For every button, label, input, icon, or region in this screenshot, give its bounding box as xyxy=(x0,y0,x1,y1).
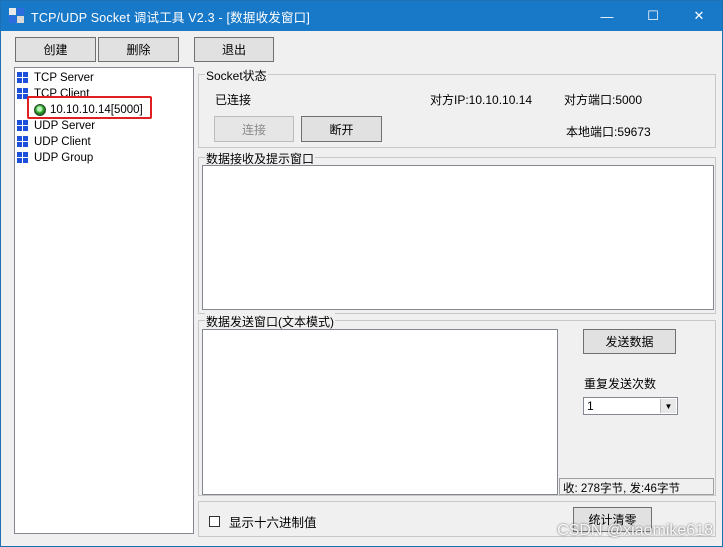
remote-ip: 对方IP:10.10.10.14 xyxy=(430,93,533,107)
title-bar[interactable]: TCP/UDP Socket 调试工具 V2.3 - [数据收发窗口] — ☐ … xyxy=(1,1,722,31)
grid-icon xyxy=(17,120,29,132)
window-title: TCP/UDP Socket 调试工具 V2.3 - [数据收发窗口] xyxy=(31,10,311,25)
repeat-count-value: 1 xyxy=(587,399,594,413)
socket-status-label: Socket状态 xyxy=(205,67,268,84)
remote-port: 对方端口:5000 xyxy=(564,93,643,107)
hex-checkbox[interactable] xyxy=(209,516,220,527)
create-button[interactable]: 创建 xyxy=(15,37,96,62)
repeat-count-select[interactable]: 1 ▼ xyxy=(583,397,678,415)
send-data-button[interactable]: 发送数据 xyxy=(583,329,676,354)
tree-label: TCP Server xyxy=(34,72,94,84)
app-window: TCP/UDP Socket 调试工具 V2.3 - [数据收发窗口] — ☐ … xyxy=(0,0,723,547)
delete-button[interactable]: 删除 xyxy=(98,37,179,62)
disconnect-button[interactable]: 断开 xyxy=(301,116,382,142)
app-icon xyxy=(9,8,25,24)
tree-label: UDP Server xyxy=(34,120,96,132)
connect-button[interactable]: 连接 xyxy=(214,116,294,142)
hex-display-toggle[interactable]: 显示十六进制值 xyxy=(209,512,317,531)
selection-highlight-box xyxy=(27,96,152,119)
chevron-down-icon[interactable]: ▼ xyxy=(660,399,676,413)
connection-tree[interactable]: TCP Server TCP Client 10.10.10.14[5000] … xyxy=(14,67,194,534)
hex-checkbox-label: 显示十六进制值 xyxy=(229,516,317,530)
maximize-button[interactable]: ☐ xyxy=(630,1,676,31)
tree-label: UDP Client xyxy=(34,136,91,148)
close-button[interactable]: ✕ xyxy=(676,1,722,31)
send-textarea[interactable] xyxy=(202,329,558,495)
watermark-text: CSDN @xiaomike618 xyxy=(557,522,713,539)
tree-item-udp-client[interactable]: UDP Client xyxy=(17,134,91,150)
tree-item-udp-server[interactable]: UDP Server xyxy=(17,118,95,134)
minimize-button[interactable]: — xyxy=(584,1,630,31)
grid-icon xyxy=(17,152,29,164)
repeat-count-label: 重复发送次数 xyxy=(584,377,657,391)
send-group-label: 数据发送窗口(文本模式) xyxy=(205,313,335,330)
connection-state: 已连接 xyxy=(215,93,252,107)
exit-button[interactable]: 退出 xyxy=(194,37,274,62)
tree-item-udp-group[interactable]: UDP Group xyxy=(17,150,93,166)
stats-panel: 收: 278字节, 发:46字节 xyxy=(559,478,714,495)
local-port: 本地端口:59673 xyxy=(566,125,651,139)
tree-label: UDP Group xyxy=(34,152,94,164)
stats-text: 收: 278字节, 发:46字节 xyxy=(563,483,680,495)
receive-textarea[interactable] xyxy=(202,165,714,310)
grid-icon xyxy=(17,136,29,148)
tree-item-tcp-server[interactable]: TCP Server xyxy=(17,70,94,86)
grid-icon xyxy=(17,72,29,84)
